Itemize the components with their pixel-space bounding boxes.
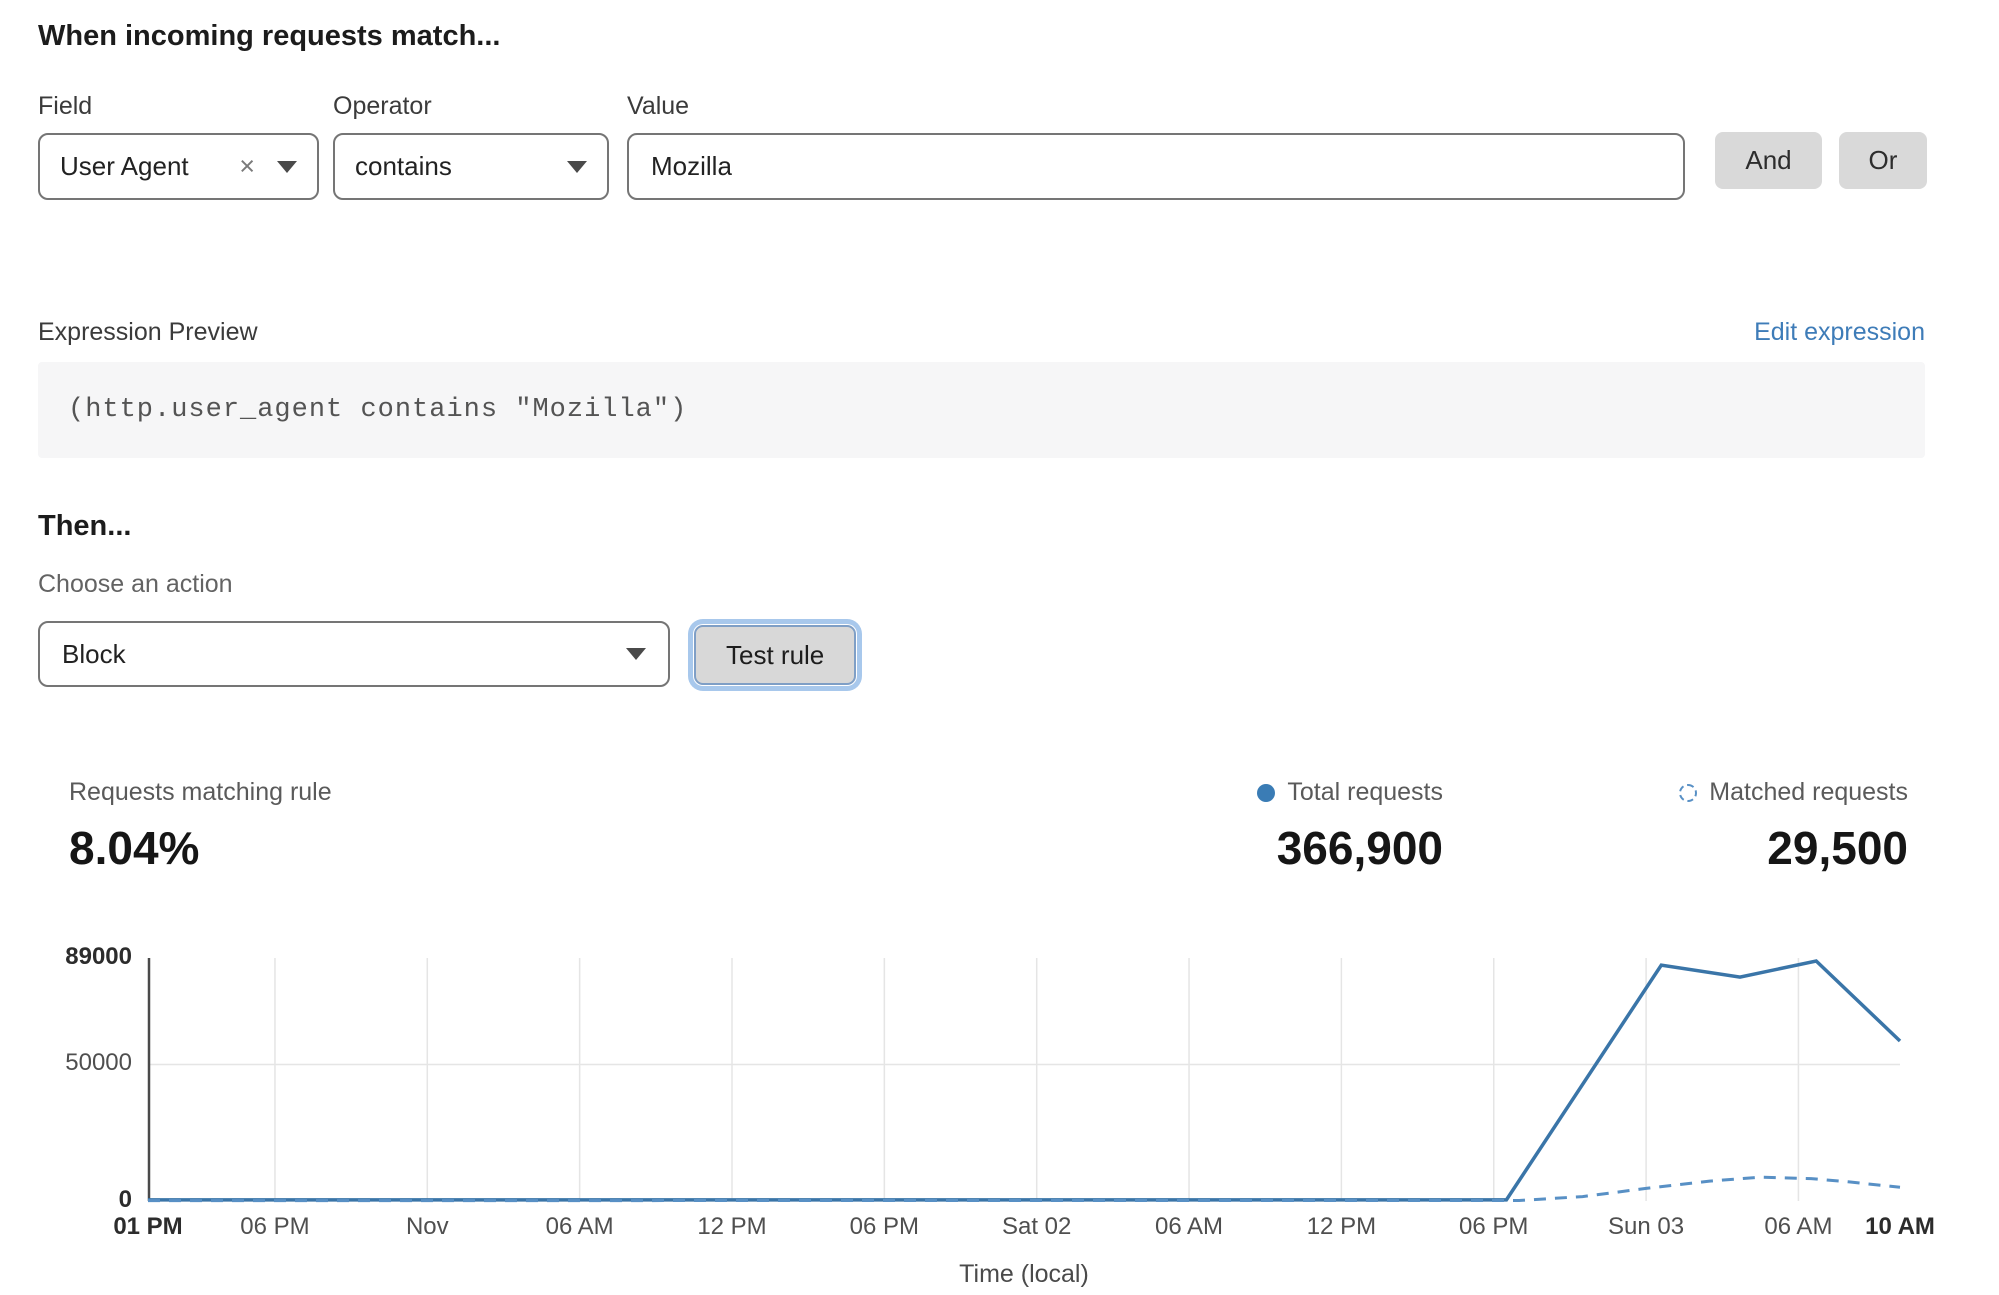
- x-tick-label: 06 AM: [510, 1213, 650, 1241]
- x-tick-label: 06 AM: [1119, 1213, 1259, 1241]
- matched-requests-dashed-circle-icon: [1679, 784, 1697, 802]
- edit-expression-link[interactable]: Edit expression: [1754, 318, 1925, 347]
- x-tick-label: Sun 03: [1576, 1213, 1716, 1241]
- and-button[interactable]: And: [1715, 132, 1822, 189]
- operator-select[interactable]: contains: [333, 133, 609, 200]
- x-tick-label: 10 AM: [1830, 1213, 1970, 1241]
- operator-label: Operator: [333, 92, 432, 121]
- action-select[interactable]: Block: [38, 621, 670, 687]
- y-tick-label: 50000: [0, 1049, 132, 1077]
- x-tick-label: 06 PM: [814, 1213, 954, 1241]
- clear-icon[interactable]: ×: [239, 151, 255, 182]
- field-label: Field: [38, 92, 92, 121]
- chevron-down-icon: [626, 648, 646, 660]
- or-button[interactable]: Or: [1839, 132, 1927, 189]
- stat-matching-label: Requests matching rule: [69, 778, 332, 807]
- series-matched-requests: [148, 1177, 1900, 1200]
- test-rule-button[interactable]: Test rule: [694, 625, 856, 685]
- requests-chart: Time (local) 8900050000001 PM06 PMNov06 …: [0, 930, 1999, 1295]
- stat-total-requests: Total requests 366,900: [1257, 778, 1443, 875]
- value-label: Value: [627, 92, 689, 121]
- stat-total-value: 366,900: [1257, 821, 1443, 875]
- x-tick-label: 06 PM: [205, 1213, 345, 1241]
- stat-matched-label: Matched requests: [1709, 778, 1908, 807]
- field-select-value: User Agent: [60, 151, 239, 182]
- chart-axis-title: Time (local): [148, 1260, 1900, 1289]
- y-tick-label: 0: [0, 1186, 132, 1214]
- stat-matched-value: 29,500: [1679, 821, 1908, 875]
- y-tick-label: 89000: [0, 943, 132, 971]
- total-requests-dot-icon: [1257, 784, 1275, 802]
- value-input[interactable]: [627, 133, 1685, 200]
- x-tick-label: 06 PM: [1424, 1213, 1564, 1241]
- series-total-requests: [148, 961, 1900, 1200]
- expression-preview-label: Expression Preview: [38, 318, 258, 347]
- field-select[interactable]: User Agent ×: [38, 133, 319, 200]
- expression-code-box: (http.user_agent contains "Mozilla"): [38, 362, 1925, 458]
- x-tick-label: 12 PM: [662, 1213, 802, 1241]
- then-heading: Then...: [38, 510, 131, 543]
- chart-plot-area: [148, 958, 1900, 1201]
- x-tick-label: Nov: [357, 1213, 497, 1241]
- x-tick-label: 12 PM: [1271, 1213, 1411, 1241]
- chevron-down-icon: [277, 161, 297, 173]
- action-select-value: Block: [62, 639, 626, 670]
- x-tick-label: 01 PM: [78, 1213, 218, 1241]
- stat-matched-requests: Matched requests 29,500: [1679, 778, 1908, 875]
- firewall-rule-editor: When incoming requests match... Field Op…: [0, 0, 1999, 1295]
- operator-select-value: contains: [355, 151, 567, 182]
- stat-requests-matching: Requests matching rule 8.04%: [69, 778, 332, 875]
- stat-matching-value: 8.04%: [69, 821, 332, 875]
- expression-code: (http.user_agent contains "Mozilla"): [68, 395, 687, 425]
- page-title: When incoming requests match...: [38, 20, 500, 53]
- stat-total-label: Total requests: [1287, 778, 1443, 807]
- chevron-down-icon: [567, 161, 587, 173]
- x-tick-label: Sat 02: [967, 1213, 1107, 1241]
- choose-action-label: Choose an action: [38, 570, 233, 599]
